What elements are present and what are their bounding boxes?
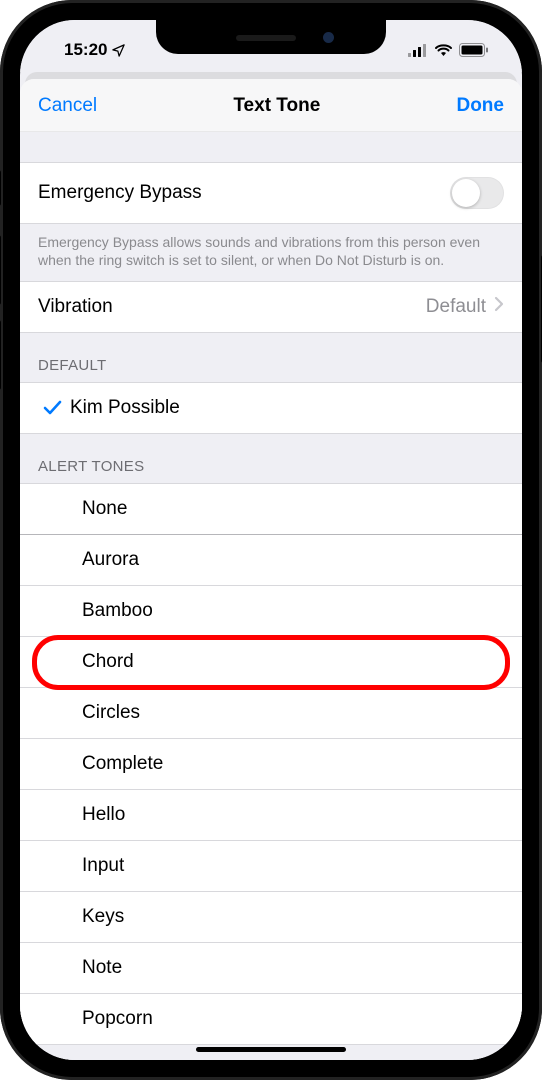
alert-tone-label: Input <box>82 855 504 877</box>
alert-tone-row[interactable]: Chord <box>20 637 522 688</box>
alert-tone-label: Circles <box>82 702 504 724</box>
emergency-bypass-footer: Emergency Bypass allows sounds and vibra… <box>20 224 522 281</box>
alert-tone-row[interactable]: Keys <box>20 892 522 943</box>
alert-tone-row[interactable]: Circles <box>20 688 522 739</box>
alert-tone-label: Complete <box>82 753 504 775</box>
alert-tones-header: ALERT TONES <box>20 434 522 483</box>
alert-tone-row[interactable]: Complete <box>20 739 522 790</box>
alert-tone-label: Popcorn <box>82 1008 504 1030</box>
home-indicator[interactable] <box>196 1047 346 1052</box>
alert-tone-row[interactable]: Aurora <box>20 535 522 586</box>
cellular-icon <box>408 44 428 57</box>
alert-tone-label: Chord <box>82 651 504 673</box>
location-icon <box>111 43 126 58</box>
wifi-icon <box>434 43 453 57</box>
chevron-right-icon <box>494 296 504 318</box>
vibration-value: Default <box>426 296 486 318</box>
alert-tone-row[interactable]: Hello <box>20 790 522 841</box>
nav-bar: Cancel Text Tone Done <box>20 79 522 132</box>
checkmark-icon <box>34 399 70 417</box>
alert-tone-row[interactable]: Bamboo <box>20 586 522 637</box>
battery-icon <box>459 43 488 57</box>
alert-tone-label: Note <box>82 957 504 979</box>
alert-tone-label: Hello <box>82 804 504 826</box>
default-section-header: DEFAULT <box>20 333 522 382</box>
alert-tone-label: Aurora <box>82 549 504 571</box>
page-title: Text Tone <box>233 95 320 117</box>
alert-tone-row[interactable]: None <box>20 483 522 535</box>
vibration-label: Vibration <box>38 296 426 318</box>
emergency-bypass-label: Emergency Bypass <box>38 182 450 204</box>
cancel-button[interactable]: Cancel <box>38 95 97 117</box>
emergency-bypass-switch[interactable] <box>450 177 504 209</box>
alert-tone-label: Bamboo <box>82 600 504 622</box>
vibration-row[interactable]: Vibration Default <box>20 281 522 333</box>
alert-tone-label: Keys <box>82 906 504 928</box>
default-tone-label: Kim Possible <box>70 397 504 419</box>
alert-tone-label: None <box>82 498 504 520</box>
emergency-bypass-row[interactable]: Emergency Bypass <box>20 162 522 224</box>
alert-tone-row[interactable]: Note <box>20 943 522 994</box>
default-tone-row[interactable]: Kim Possible <box>20 382 522 434</box>
alert-tone-row[interactable]: Popcorn <box>20 994 522 1045</box>
done-button[interactable]: Done <box>456 95 504 117</box>
alert-tone-row[interactable]: Input <box>20 841 522 892</box>
status-time: 15:20 <box>64 40 107 60</box>
